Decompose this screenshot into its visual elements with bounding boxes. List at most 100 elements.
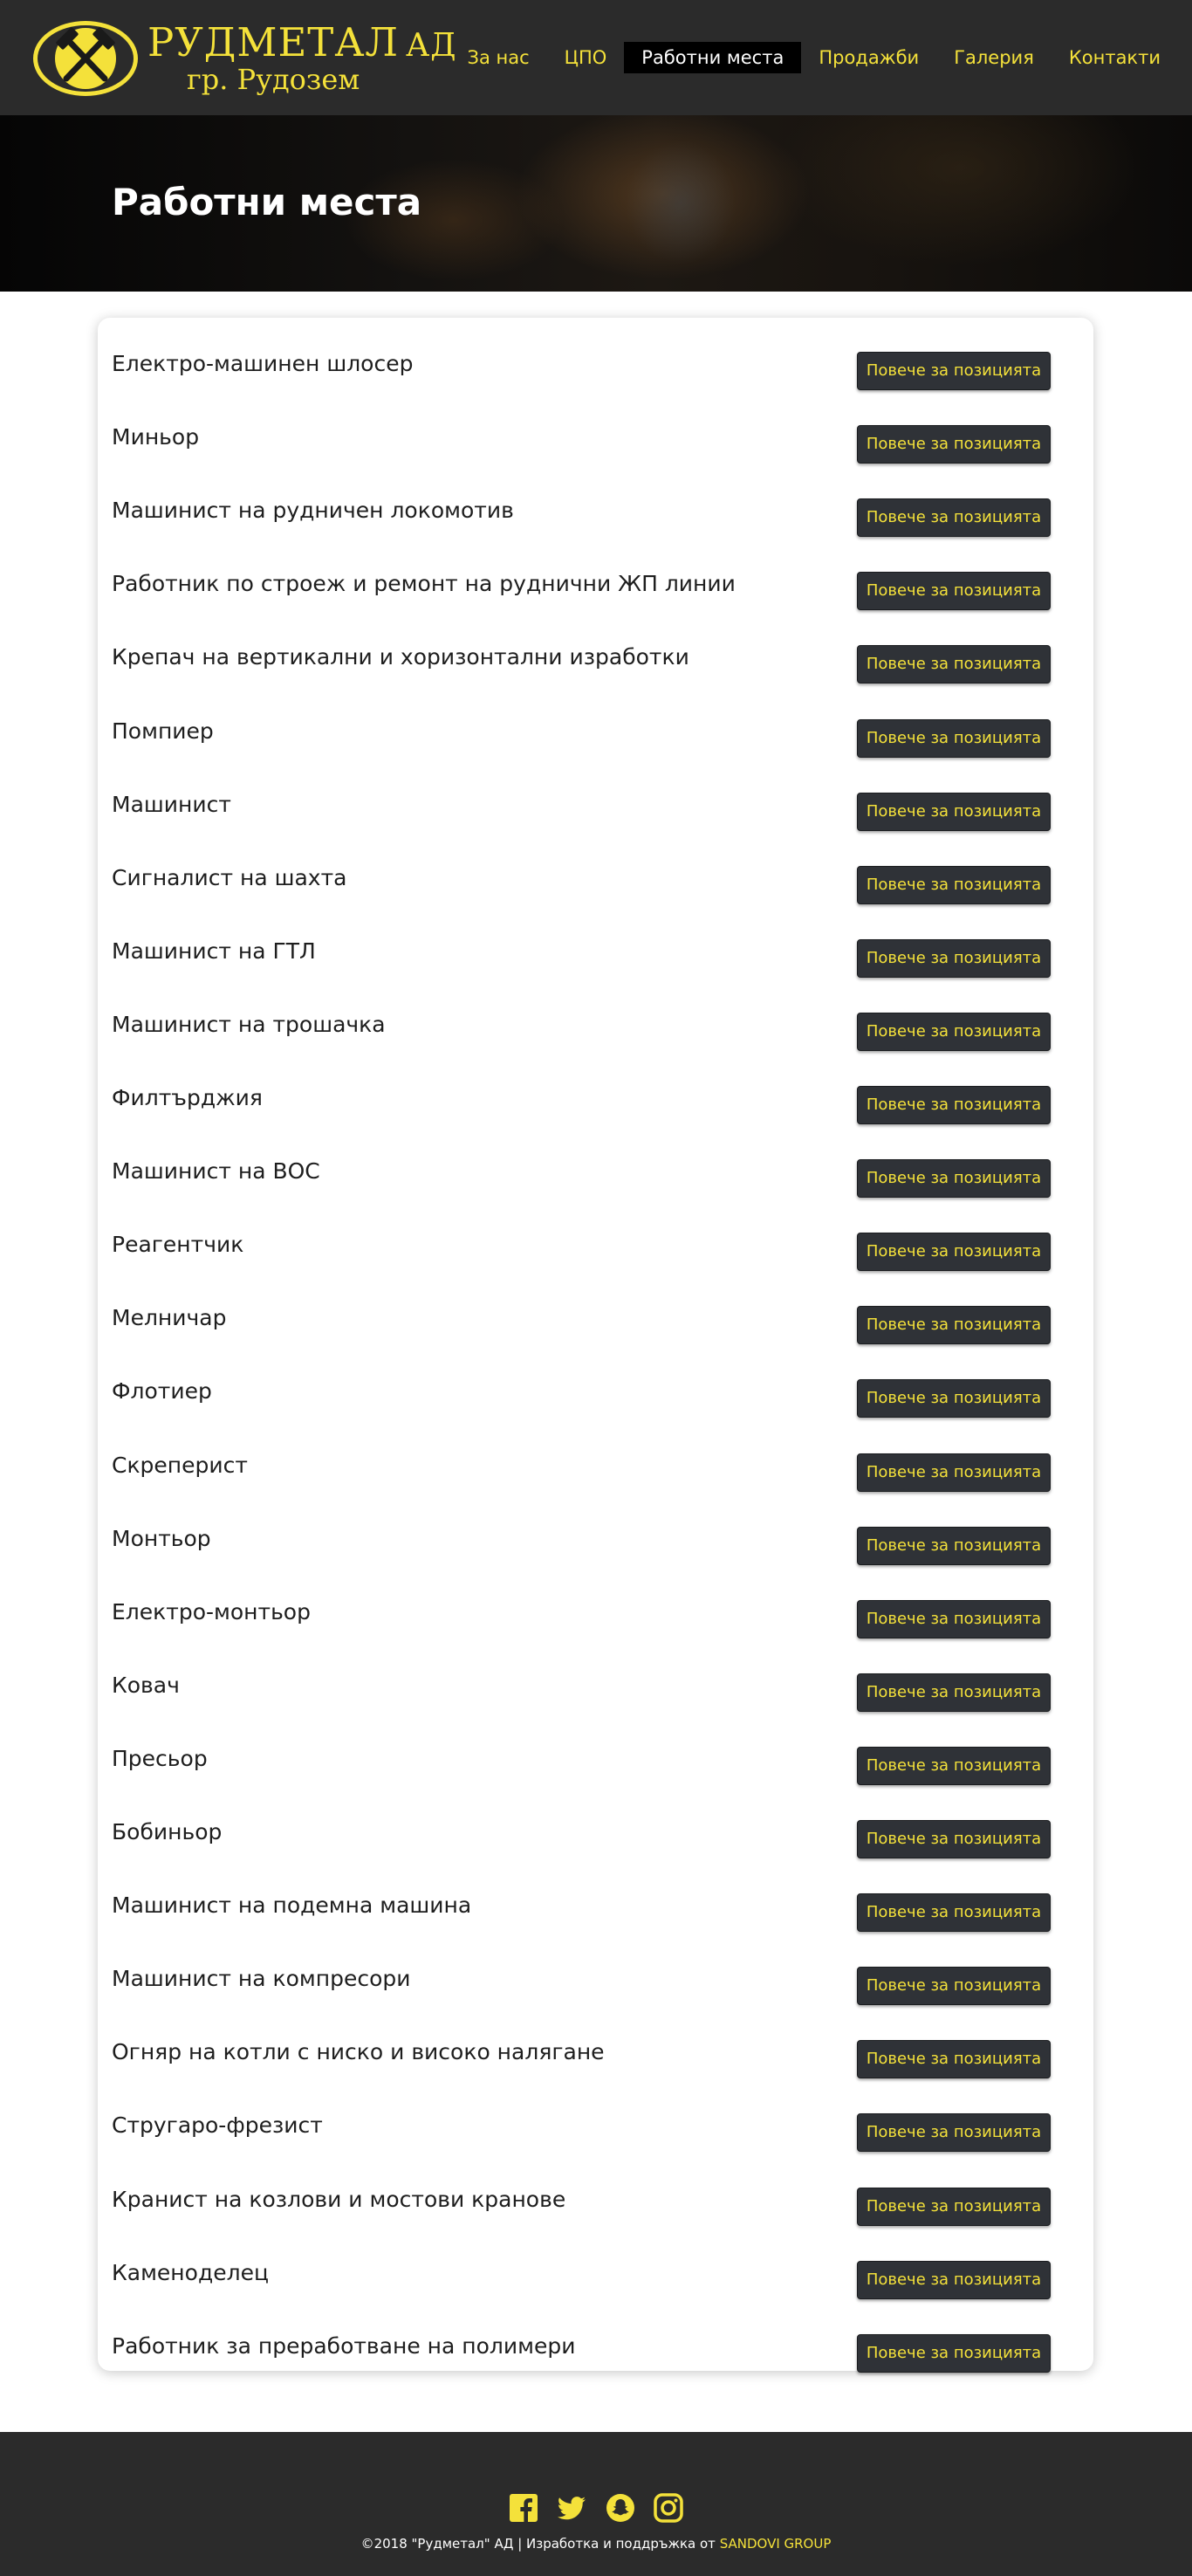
nav-item-0[interactable]: За нас bbox=[450, 42, 547, 73]
job-row: Пресьор Повече за позицията bbox=[98, 1728, 1093, 1802]
job-more-button[interactable]: Повече за позицията bbox=[857, 352, 1051, 390]
job-row: Работник за преработване на полимери Пове… bbox=[98, 2316, 1093, 2389]
job-title: Реагентчик bbox=[112, 1232, 244, 1258]
job-row: Мелничар Повече за позицията bbox=[98, 1288, 1093, 1361]
job-title: Мелничар bbox=[112, 1305, 227, 1331]
nav-item-2[interactable]: Работни места bbox=[624, 42, 802, 73]
job-row: Монтьор Повече за позицията bbox=[98, 1508, 1093, 1582]
job-title: Огняр на котли с ниско и високо налягане bbox=[112, 2039, 605, 2065]
job-more-button[interactable]: Повече за позицията bbox=[857, 1159, 1051, 1199]
job-more-button[interactable]: Повече за позицията bbox=[857, 2260, 1051, 2299]
job-more-button[interactable]: Повече за позицията bbox=[857, 2113, 1051, 2153]
job-row: Машинист на подемна машина Повече за пози… bbox=[98, 1875, 1093, 1948]
job-row: Машинист Повече за позицията bbox=[98, 774, 1093, 848]
job-row: Ковач Повече за позицията bbox=[98, 1655, 1093, 1728]
job-more-button[interactable]: Повече за позицията bbox=[857, 1012, 1051, 1051]
job-row: Бобиньор Повече за позицията bbox=[98, 1802, 1093, 1875]
twitter-icon[interactable] bbox=[557, 2493, 586, 2523]
job-title: Машинист на ГТЛ bbox=[112, 938, 316, 964]
job-title: Каменоделец bbox=[112, 2259, 269, 2285]
job-title: Машинист на рудничен локомотив bbox=[112, 498, 514, 524]
job-title: Скреперист bbox=[112, 1452, 248, 1478]
social-links bbox=[509, 2493, 683, 2523]
nav-item-5[interactable]: Контакти bbox=[1052, 42, 1192, 73]
job-more-button[interactable]: Повече за позицията bbox=[857, 1893, 1051, 1933]
job-title: Кранист на козлови и мостови кранове bbox=[112, 2186, 566, 2212]
job-title: Машинист на трошачка bbox=[112, 1011, 386, 1037]
job-title: Помпиер bbox=[112, 718, 214, 744]
job-more-button[interactable]: Повече за позицията bbox=[857, 1379, 1051, 1419]
job-row: Флотиер Повече за позицията bbox=[98, 1361, 1093, 1434]
site-logo[interactable]: РУДМЕТАЛ АД гр. Рудозем bbox=[31, 19, 456, 98]
job-more-button[interactable]: Повече за позицията bbox=[857, 1526, 1051, 1565]
site-footer: ©2018 "Рудметал" АД | Изработка и поддръ… bbox=[0, 2432, 1192, 2576]
job-more-button[interactable]: Повече за позицията bbox=[857, 718, 1051, 758]
job-row: Машинист на компресори Повече за позицият… bbox=[98, 1948, 1093, 2022]
crossed-hammers-icon bbox=[33, 21, 138, 96]
job-title: Пресьор bbox=[112, 1745, 208, 1771]
job-more-button[interactable]: Повече за позицията bbox=[857, 498, 1051, 538]
job-title: Машинист bbox=[112, 791, 231, 817]
job-more-button[interactable]: Повече за позицията bbox=[857, 938, 1051, 978]
job-title: Работник по строеж и ремонт на руднични … bbox=[112, 571, 736, 597]
job-row: Филтърджия Повече за позицията bbox=[98, 1068, 1093, 1141]
job-more-button[interactable]: Повече за позицията bbox=[857, 2187, 1051, 2226]
job-row: Крепач на вертикални и хоризонтални изра… bbox=[98, 627, 1093, 700]
job-row: Машинист на ВОС Повече за позицията bbox=[98, 1141, 1093, 1214]
job-more-button[interactable]: Повече за позицията bbox=[857, 1820, 1051, 1858]
job-row: Работник по строеж и ремонт на руднични … bbox=[98, 553, 1093, 627]
job-more-button[interactable]: Повече за позицията bbox=[857, 1306, 1051, 1345]
main-nav: За нас ЦПО Работни места Продажби Галерия Кон… bbox=[450, 42, 1192, 73]
job-row: Скреперист Повече за позицията bbox=[98, 1435, 1093, 1508]
job-more-button[interactable]: Повече за позицията bbox=[857, 865, 1051, 904]
job-row: Сигналист на шахта Повече за позицията bbox=[98, 848, 1093, 921]
job-row: Машинист на трошачка Повече за позицията bbox=[98, 994, 1093, 1068]
job-more-button[interactable]: Повече за позицията bbox=[857, 1233, 1051, 1272]
instagram-icon[interactable] bbox=[654, 2493, 683, 2523]
copyright-text: ©2018 "Рудметал" АД | Изработка и поддръ… bbox=[360, 2536, 832, 2552]
snapchat-icon[interactable] bbox=[606, 2493, 635, 2523]
job-more-button[interactable]: Повече за позицията bbox=[857, 1746, 1051, 1785]
job-title: Монтьор bbox=[112, 1525, 211, 1551]
job-title: Машинист на компресори bbox=[112, 1966, 411, 1992]
job-row: Електро-монтьор Повече за позицията bbox=[98, 1582, 1093, 1655]
job-more-button[interactable]: Повече за позицията bbox=[857, 1967, 1051, 2006]
page-title: Работни места bbox=[112, 181, 422, 223]
job-row: Електро-машинен шлосер Повече за позицият… bbox=[98, 333, 1093, 407]
logo-title: РУДМЕТАЛ АД bbox=[147, 19, 457, 65]
job-more-button[interactable]: Повече за позицията bbox=[857, 1453, 1051, 1492]
job-row: Каменоделец Повече за позицията bbox=[98, 2243, 1093, 2316]
job-more-button[interactable]: Повече за позицията bbox=[857, 2040, 1051, 2079]
job-row: Стругаро-фрезист Повече за позицията bbox=[98, 2095, 1093, 2168]
nav-item-3[interactable]: Продажби bbox=[801, 42, 936, 73]
job-title: Флотиер bbox=[112, 1378, 212, 1405]
job-more-button[interactable]: Повече за позицията bbox=[857, 645, 1051, 684]
job-row: Кранист на козлови и мостови кранове Пове… bbox=[98, 2169, 1093, 2243]
job-more-button[interactable]: Повече за позицията bbox=[857, 1673, 1051, 1712]
job-title: Машинист на подемна машина bbox=[112, 1893, 472, 1919]
job-row: Реагентчик Повече за позицията bbox=[98, 1214, 1093, 1288]
job-title: Работник за преработване на полимери bbox=[112, 2332, 576, 2359]
job-row: Помпиер Повече за позицията bbox=[98, 701, 1093, 774]
facebook-icon[interactable] bbox=[509, 2493, 538, 2523]
job-row: Машинист на рудничен локомотив Повече за … bbox=[98, 480, 1093, 553]
job-more-button[interactable]: Повече за позицията bbox=[857, 792, 1051, 831]
hero-banner: Работни места bbox=[0, 115, 1192, 292]
job-more-button[interactable]: Повече за позицията bbox=[857, 1599, 1051, 1638]
nav-item-1[interactable]: ЦПО bbox=[547, 42, 625, 73]
site-header: РУДМЕТАЛ АД гр. Рудозем За нас ЦПО Работни … bbox=[0, 0, 1192, 115]
job-title: Филтърджия bbox=[112, 1085, 263, 1110]
job-title: Електро-монтьор bbox=[112, 1598, 311, 1625]
nav-item-4[interactable]: Галерия bbox=[936, 42, 1052, 73]
job-more-button[interactable]: Повече за позицията bbox=[857, 572, 1051, 611]
job-more-button[interactable]: Повече за позицията bbox=[857, 2333, 1051, 2373]
job-more-button[interactable]: Повече за позицията bbox=[857, 425, 1051, 464]
developer-link[interactable]: SANDOVI GROUP bbox=[720, 2536, 832, 2552]
job-row: Огняр на котли с ниско и високо налягане… bbox=[98, 2022, 1093, 2095]
job-title: Машинист на ВОС bbox=[112, 1158, 320, 1185]
job-more-button[interactable]: Повече за позицията bbox=[857, 1086, 1051, 1124]
job-title: Електро-машинен шлосер bbox=[112, 351, 414, 376]
job-title: Крепач на вертикални и хоризонтални изра… bbox=[112, 644, 689, 670]
job-title: Стругаро-фрезист bbox=[112, 2112, 323, 2139]
job-title: Ковач bbox=[112, 1672, 180, 1698]
